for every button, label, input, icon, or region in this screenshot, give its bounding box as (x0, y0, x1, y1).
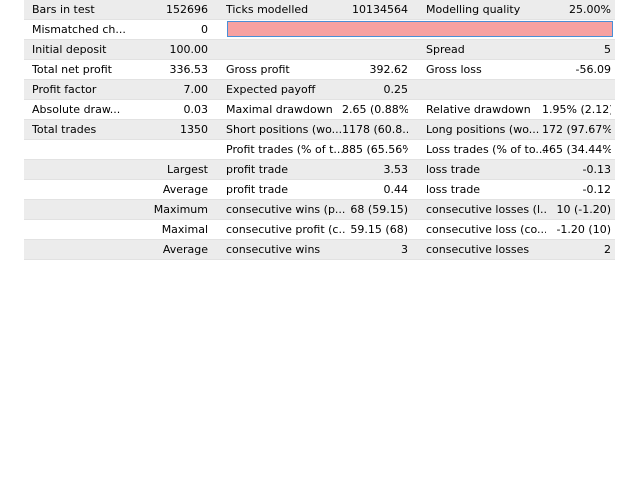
value-10134564: 10134564 (352, 3, 408, 16)
label-consecutive-profit-c: consecutive profit (c... (226, 223, 346, 236)
label-relative-drawdown: Relative drawdown (426, 103, 531, 116)
value-0-12: -0.12 (582, 183, 611, 196)
label-consecutive-losses-l: consecutive losses (l... (426, 203, 546, 216)
label-maximal-drawdown: Maximal drawdown (226, 103, 333, 116)
label-average: Average (162, 183, 208, 196)
value-0-25: 0.25 (383, 83, 409, 96)
label-profit-trade: profit trade (226, 163, 289, 176)
label-total-trades: Total trades (32, 123, 97, 136)
label-gross-profit: Gross profit (226, 63, 290, 76)
value-2: 2 (604, 243, 611, 256)
report-row: Profit trades (% of t...885 (65.56%) Loss… (24, 140, 615, 160)
value-1350: 1350 (180, 123, 208, 136)
label-largest: Largest (167, 163, 208, 176)
label-long-positions-wo: Long positions (wo... (426, 123, 540, 136)
value-68-59-15: 68 (59.15) (350, 203, 408, 216)
report-row: Average consecutive wins 3 consecutive loss… (24, 240, 615, 260)
label-average: Average (162, 243, 208, 256)
label-absolute-draw: Absolute draw... (32, 103, 121, 116)
label-mismatched-ch: Mismatched ch... (32, 23, 126, 36)
strategy-tester-report: Bars in test 152696 Ticks modelled 10134564… (24, 0, 615, 260)
label-profit-trade: profit trade (226, 183, 289, 196)
report-row: Total net profit 336.53 Gross profit 392.62… (24, 60, 615, 80)
value-25-00: 25.00% (569, 3, 611, 16)
value-1-20-10: -1.20 (10) (556, 223, 611, 236)
label-profit-factor: Profit factor (32, 83, 97, 96)
label-modelling-quality: Modelling quality (426, 3, 521, 16)
value-10-1-20: 10 (-1.20) (556, 203, 611, 216)
value-59-15-68: 59.15 (68) (350, 223, 408, 236)
label-short-positions-wo: Short positions (wo... (226, 123, 343, 136)
value-7-00: 7.00 (183, 83, 209, 96)
label-loss-trade: loss trade (426, 183, 481, 196)
label-spread: Spread (426, 43, 465, 56)
value-172-97-67: 172 (97.67%) (542, 123, 611, 136)
value-152696: 152696 (166, 3, 208, 16)
label-maximal: Maximal (161, 223, 208, 236)
label-total-net-profit: Total net profit (32, 63, 112, 76)
report-row: Largest profit trade 3.53 loss trade -0.13 (24, 160, 615, 180)
mismatched-charts-error-bar (227, 21, 613, 37)
report-row: Average profit trade 0.44 loss trade -0.12 (24, 180, 615, 200)
label-gross-loss: Gross loss (426, 63, 482, 76)
value-465-34-44: 465 (34.44%) (542, 143, 611, 156)
report-row: Total trades 1350 Short positions (wo... 11… (24, 120, 615, 140)
report-row: Maximum consecutive wins (p... 68 (59.15) c… (24, 200, 615, 220)
report-row: Maximal consecutive profit (c... 59.15 (68… (24, 220, 615, 240)
value-392-62: 392.62 (369, 63, 409, 76)
value-3: 3 (401, 243, 408, 256)
label-profit-trades-of-t: Profit trades (% of t... (226, 143, 344, 156)
value-0-03: 0.03 (183, 103, 209, 116)
label-consecutive-losses: consecutive losses (426, 243, 530, 256)
value-885-65-56: 885 (65.56%) (342, 143, 408, 156)
label-bars-in-test: Bars in test (32, 3, 95, 16)
value-336-53: 336.53 (169, 63, 209, 76)
label-loss-trades-of-to: Loss trades (% of to... (426, 143, 546, 156)
label-consecutive-wins-p: consecutive wins (p... (226, 203, 346, 216)
value-100-00: 100.00 (169, 43, 209, 56)
label-expected-payoff: Expected payoff (226, 83, 316, 96)
value-1-95-2-12: 1.95% (2.12) (542, 103, 611, 116)
report-row: Initial deposit 100.00 Spread 5 (24, 40, 615, 60)
label-consecutive-loss-co: consecutive loss (co... (426, 223, 546, 236)
label-maximum: Maximum (153, 203, 208, 216)
report-row: Mismatched ch... 0 (24, 20, 615, 40)
value-0-44: 0.44 (383, 183, 409, 196)
value-0-13: -0.13 (582, 163, 611, 176)
value-56-09: -56.09 (575, 63, 611, 76)
value-2-65-0-88: 2.65 (0.88%) (342, 103, 408, 116)
label-ticks-modelled: Ticks modelled (226, 3, 309, 16)
value-3-53: 3.53 (383, 163, 409, 176)
value-5: 5 (604, 43, 611, 56)
value-0: 0 (201, 23, 208, 36)
report-row: Absolute draw... 0.03 Maximal drawdown 2.65… (24, 100, 615, 120)
value-1178-60-8: 1178 (60.8... (342, 123, 408, 136)
label-initial-deposit: Initial deposit (32, 43, 107, 56)
label-loss-trade: loss trade (426, 163, 481, 176)
report-row: Bars in test 152696 Ticks modelled 10134564… (24, 0, 615, 20)
report-row: Profit factor 7.00 Expected payoff 0.25 (24, 80, 615, 100)
label-consecutive-wins: consecutive wins (226, 243, 321, 256)
